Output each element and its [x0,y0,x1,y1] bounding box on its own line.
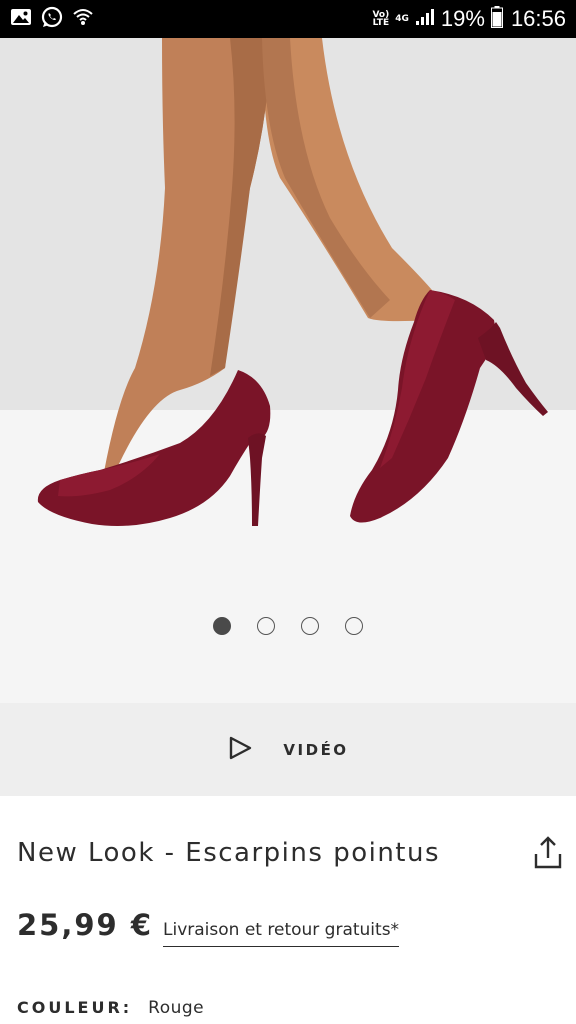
color-value: Rouge [148,998,205,1018]
battery-icon [490,6,503,32]
gallery-notification-icon [10,8,32,30]
wifi-calling-icon [72,7,94,31]
price-row: 25,99 € Livraison et retour gratuits* [17,908,400,947]
pagination-dot-1[interactable] [213,617,231,635]
battery-percent: 19% [440,6,485,31]
share-icon[interactable] [534,836,562,870]
shipping-info-link[interactable]: Livraison et retour gratuits* [163,920,400,947]
video-bar: VIDÉO [0,703,576,796]
clock: 16:56 [510,6,566,31]
video-label: VIDÉO [283,740,349,759]
status-bar: Vo) LTE 4G 19% 16:56 [0,0,576,38]
pagination-dot-2[interactable] [257,617,275,635]
pagination-dot-4[interactable] [345,617,363,635]
product-image-gallery[interactable] [0,38,576,703]
color-row: COULEUR: Rouge [17,998,204,1018]
pagination-dot-3[interactable] [301,617,319,635]
product-title: New Look - Escarpins pointus [17,838,441,868]
volte-indicator: Vo) LTE [372,10,390,28]
signal-strength-icon [415,8,435,30]
product-title-row: New Look - Escarpins pointus [17,836,562,870]
status-bar-left [10,6,103,32]
status-bar-right: Vo) LTE 4G 19% 16:56 [366,6,566,32]
color-label: COULEUR: [17,998,133,1017]
product-price: 25,99 € [17,908,154,942]
whatsapp-icon [41,6,63,32]
play-icon [227,735,253,765]
gallery-pagination [0,616,576,636]
product-image [37,38,548,526]
video-button[interactable]: VIDÉO [227,735,348,765]
data-type-indicator: 4G [395,14,409,24]
